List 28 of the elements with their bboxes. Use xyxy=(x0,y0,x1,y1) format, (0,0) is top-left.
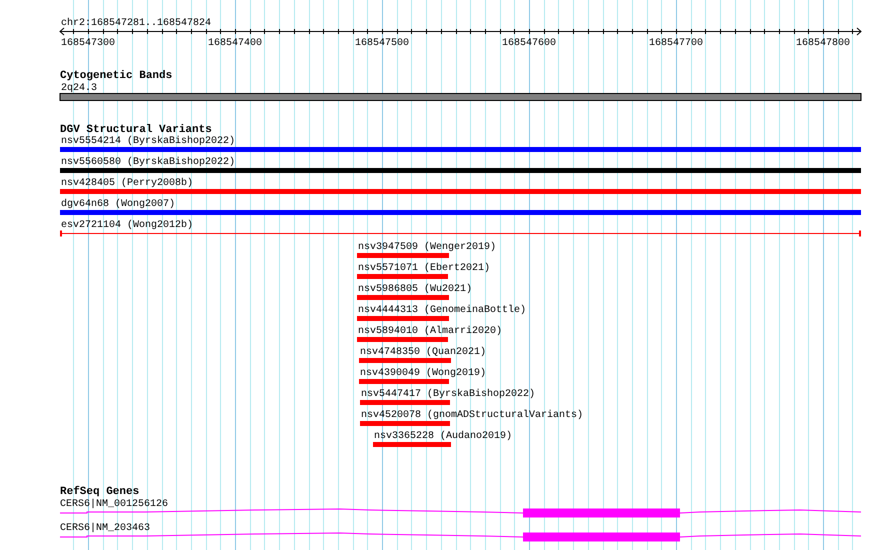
tick-label: 168547300 xyxy=(61,38,115,49)
variant-label: nsv4390049 (Wong2019) xyxy=(360,368,486,379)
variant-label: nsv5554214 (ByrskaBishop2022) xyxy=(61,136,236,147)
variant-label: nsv5560580 (ByrskaBishop2022) xyxy=(61,157,236,168)
track-title: DGV Structural Variants xyxy=(60,124,212,136)
track-title: RefSeq Genes xyxy=(60,486,140,498)
variant-label: esv2721104 (Wong2012b) xyxy=(61,220,194,231)
variant-label: nsv3947509 (Wenger2019) xyxy=(358,242,496,253)
gene-label: CERS6|NM_203463 xyxy=(60,523,150,534)
variant-label: nsv5447417 (ByrskaBishop2022) xyxy=(361,389,536,400)
variant-label: nsv4748350 (Quan2021) xyxy=(360,347,486,358)
location-label: chr2:168547281..168547824 xyxy=(61,18,212,29)
variant-label: nsv5894010 (Almarri2020) xyxy=(358,326,502,337)
gene-label: CERS6|NM_001256126 xyxy=(60,499,168,510)
tick-label: 168547500 xyxy=(355,38,409,49)
track-title: Cytogenetic Bands xyxy=(60,70,172,82)
variant-label: nsv3365228 (Audano2019) xyxy=(374,431,512,442)
tick-label: 168547600 xyxy=(502,38,556,49)
tick-label: 168547700 xyxy=(649,38,703,49)
tick-label: 168547400 xyxy=(208,38,262,49)
band-label: 2q24.3 xyxy=(61,83,98,94)
variant-label: nsv428405 (Perry2008b) xyxy=(61,178,194,189)
variant-label: nsv4444313 (GenomeinaBottle) xyxy=(358,305,526,316)
variant-label: nsv5986805 (Wu2021) xyxy=(358,284,472,295)
variant-label: nsv5571071 (Ebert2021) xyxy=(358,263,490,274)
variant-label: dgv64n68 (Wong2007) xyxy=(61,199,176,210)
variant-label: nsv4520078 (gnomADStructuralVariants) xyxy=(361,410,584,421)
tick-label: 168547800 xyxy=(796,38,850,49)
